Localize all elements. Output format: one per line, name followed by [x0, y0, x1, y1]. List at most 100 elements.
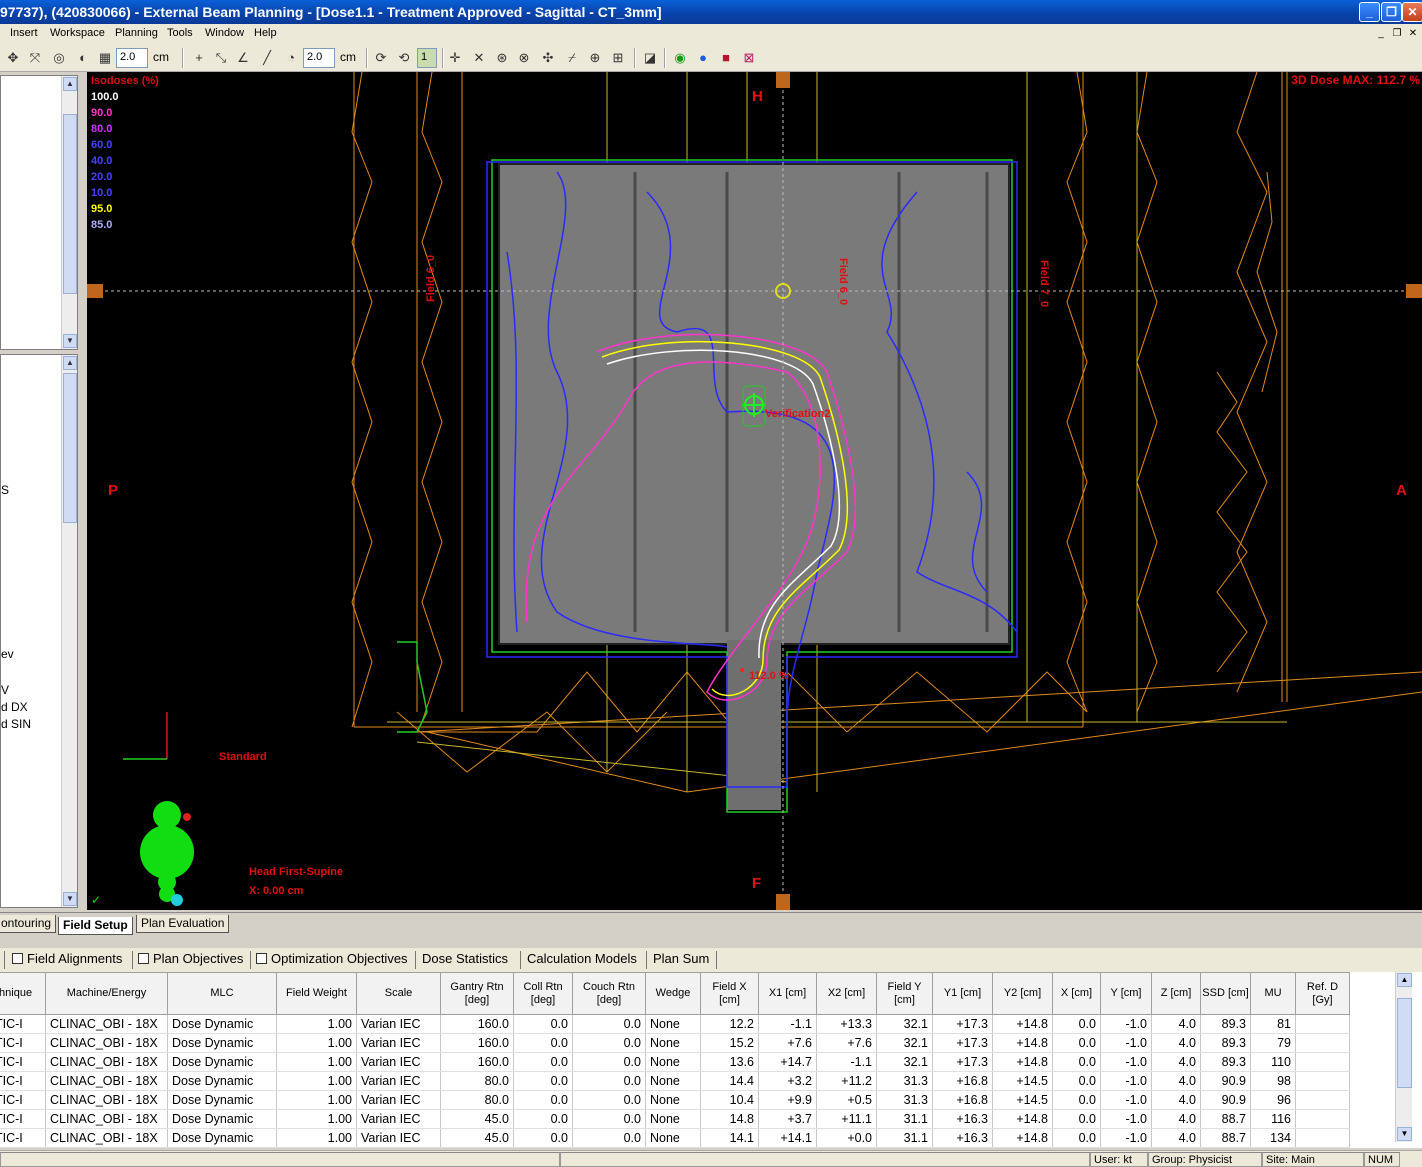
column-header[interactable]: Technique [0, 972, 46, 1015]
table-cell[interactable]: -1.0 [1100, 1128, 1152, 1148]
table-cell[interactable]: 0.0 [572, 1109, 646, 1129]
table-cell[interactable]: CLINAC_OBI - 18X [45, 1052, 168, 1072]
table-cell[interactable]: 0.0 [513, 1090, 573, 1110]
gantry-icon[interactable]: ⊛ [493, 49, 511, 67]
scroll-down-icon[interactable]: ▼ [1397, 1127, 1412, 1141]
table-cell[interactable]: 90.9 [1200, 1090, 1251, 1110]
scrollbar[interactable]: ▲ ▼ [61, 355, 77, 907]
table-cell[interactable]: 45.0 [440, 1128, 514, 1148]
table-cell[interactable]: 31.3 [876, 1071, 933, 1091]
table-cell[interactable] [1295, 1128, 1350, 1148]
field-add-icon[interactable]: ✛ [446, 49, 464, 67]
table-cell[interactable]: STATIC-I [0, 1052, 46, 1072]
scrollbar[interactable]: ▲ ▼ [61, 76, 77, 349]
table-cell[interactable]: None [645, 1109, 701, 1129]
line-icon[interactable]: ╱ [258, 49, 276, 67]
table-cell[interactable]: -1.0 [1100, 1071, 1152, 1091]
table-cell[interactable]: Varian IEC [356, 1052, 441, 1072]
checkbox[interactable] [256, 953, 267, 964]
list-item[interactable]: V [1, 683, 9, 697]
column-header[interactable]: X1 [cm] [758, 972, 817, 1015]
add-point-icon[interactable]: + [190, 49, 208, 67]
table-cell[interactable]: +14.5 [992, 1090, 1053, 1110]
table-cell[interactable]: 31.1 [876, 1109, 933, 1129]
table-cell[interactable]: None [645, 1090, 701, 1110]
field-label[interactable]: Field 6_0 [425, 255, 437, 302]
tab-field-alignments[interactable]: Field Alignments [12, 951, 122, 966]
circle-ruler-icon[interactable]: ◔ [282, 49, 300, 67]
collimator-icon[interactable]: ⊗ [515, 49, 533, 67]
column-header[interactable]: MLC [167, 972, 277, 1015]
table-cell[interactable]: Varian IEC [356, 1033, 441, 1053]
mdi-close-icon[interactable]: ✕ [1406, 27, 1420, 41]
cube-icon[interactable]: ■ [717, 49, 735, 67]
grid-size-input[interactable]: 2.0 [116, 48, 148, 68]
table-cell[interactable] [1295, 1014, 1350, 1034]
table-cell[interactable]: CLINAC_OBI - 18X [45, 1109, 168, 1129]
tab-plan-evaluation[interactable]: Plan Evaluation [136, 915, 230, 933]
column-header[interactable]: MU [1250, 972, 1296, 1015]
table-cell[interactable]: +7.6 [816, 1033, 877, 1053]
tab-dose-statistics[interactable]: Dose Statistics [422, 951, 508, 966]
scroll-up-icon[interactable]: ▲ [63, 77, 77, 91]
table-cell[interactable]: 4.0 [1151, 1090, 1201, 1110]
list-item[interactable]: ev [1, 647, 14, 661]
table-cell[interactable]: None [645, 1033, 701, 1053]
table-cell[interactable]: -1.0 [1100, 1090, 1152, 1110]
table-cell[interactable] [1295, 1033, 1350, 1053]
table-cell[interactable]: 0.0 [513, 1052, 573, 1072]
table-cell[interactable]: -1.0 [1100, 1052, 1152, 1072]
table-cell[interactable]: 88.7 [1200, 1109, 1251, 1129]
table-cell[interactable]: 1.00 [276, 1014, 357, 1034]
beam-eye-icon[interactable]: ◉ [671, 49, 689, 67]
table-cell[interactable]: 14.4 [700, 1071, 759, 1091]
column-header[interactable]: Couch Rtn [deg] [572, 972, 646, 1015]
column-header[interactable]: Coll Rtn [deg] [513, 972, 573, 1015]
table-cell[interactable]: 0.0 [1052, 1090, 1101, 1110]
table-cell[interactable]: 14.1 [700, 1128, 759, 1148]
table-cell[interactable]: +16.3 [932, 1109, 993, 1129]
table-cell[interactable]: +14.7 [758, 1052, 817, 1072]
structure-list[interactable]: ▲ ▼ [0, 75, 78, 350]
layer-input[interactable]: 1 [417, 48, 437, 68]
menu-window[interactable]: Window [205, 27, 244, 39]
table-cell[interactable]: 81 [1250, 1014, 1296, 1034]
column-header[interactable]: SSD [cm] [1200, 972, 1251, 1015]
table-cell[interactable]: 0.0 [513, 1109, 573, 1129]
table-cell[interactable]: 0.0 [1052, 1128, 1101, 1148]
table-cell[interactable]: +16.8 [932, 1071, 993, 1091]
table-cell[interactable]: 116 [1250, 1109, 1296, 1129]
table-cell[interactable]: 45.0 [440, 1109, 514, 1129]
checkbox[interactable] [12, 953, 23, 964]
scroll-up-icon[interactable]: ▲ [63, 356, 77, 370]
table-cell[interactable]: +7.6 [758, 1033, 817, 1053]
field-table[interactable]: TechniqueMachine/EnergyMLCField WeightSc… [0, 972, 1422, 1148]
table-cell[interactable]: 1.00 [276, 1090, 357, 1110]
table-cell[interactable]: Varian IEC [356, 1014, 441, 1034]
table-cell[interactable]: 4.0 [1151, 1128, 1201, 1148]
column-header[interactable]: Y [cm] [1100, 972, 1152, 1015]
table-cell[interactable]: 1.00 [276, 1033, 357, 1053]
globe-icon[interactable]: ● [694, 49, 712, 67]
table-cell[interactable]: 31.1 [876, 1128, 933, 1148]
table-cell[interactable]: +17.3 [932, 1033, 993, 1053]
table-cell[interactable]: -1.0 [1100, 1014, 1152, 1034]
measure-icon[interactable]: ⤡ [212, 49, 230, 67]
table-cell[interactable]: 1.00 [276, 1128, 357, 1148]
scroll-thumb[interactable] [1397, 998, 1412, 1088]
field-label[interactable]: Field 6_0 [837, 258, 849, 305]
table-cell[interactable]: 96 [1250, 1090, 1296, 1110]
table-cell[interactable]: 13.6 [700, 1052, 759, 1072]
table-cell[interactable]: 32.1 [876, 1033, 933, 1053]
table-cell[interactable]: -1.1 [816, 1052, 877, 1072]
column-header[interactable]: X2 [cm] [816, 972, 877, 1015]
table-row[interactable]: STATIC-ICLINAC_OBI - 18XDose Dynamic1.00… [0, 1109, 1350, 1129]
table-cell[interactable] [1295, 1052, 1350, 1072]
scroll-thumb[interactable] [63, 114, 77, 294]
column-header[interactable]: Scale [356, 972, 441, 1015]
table-cell[interactable]: 80.0 [440, 1090, 514, 1110]
table-cell[interactable]: 89.3 [1200, 1052, 1251, 1072]
column-header[interactable]: Gantry Rtn [deg] [440, 972, 514, 1015]
menu-workspace[interactable]: Workspace [50, 27, 105, 39]
table-cell[interactable]: 31.3 [876, 1090, 933, 1110]
